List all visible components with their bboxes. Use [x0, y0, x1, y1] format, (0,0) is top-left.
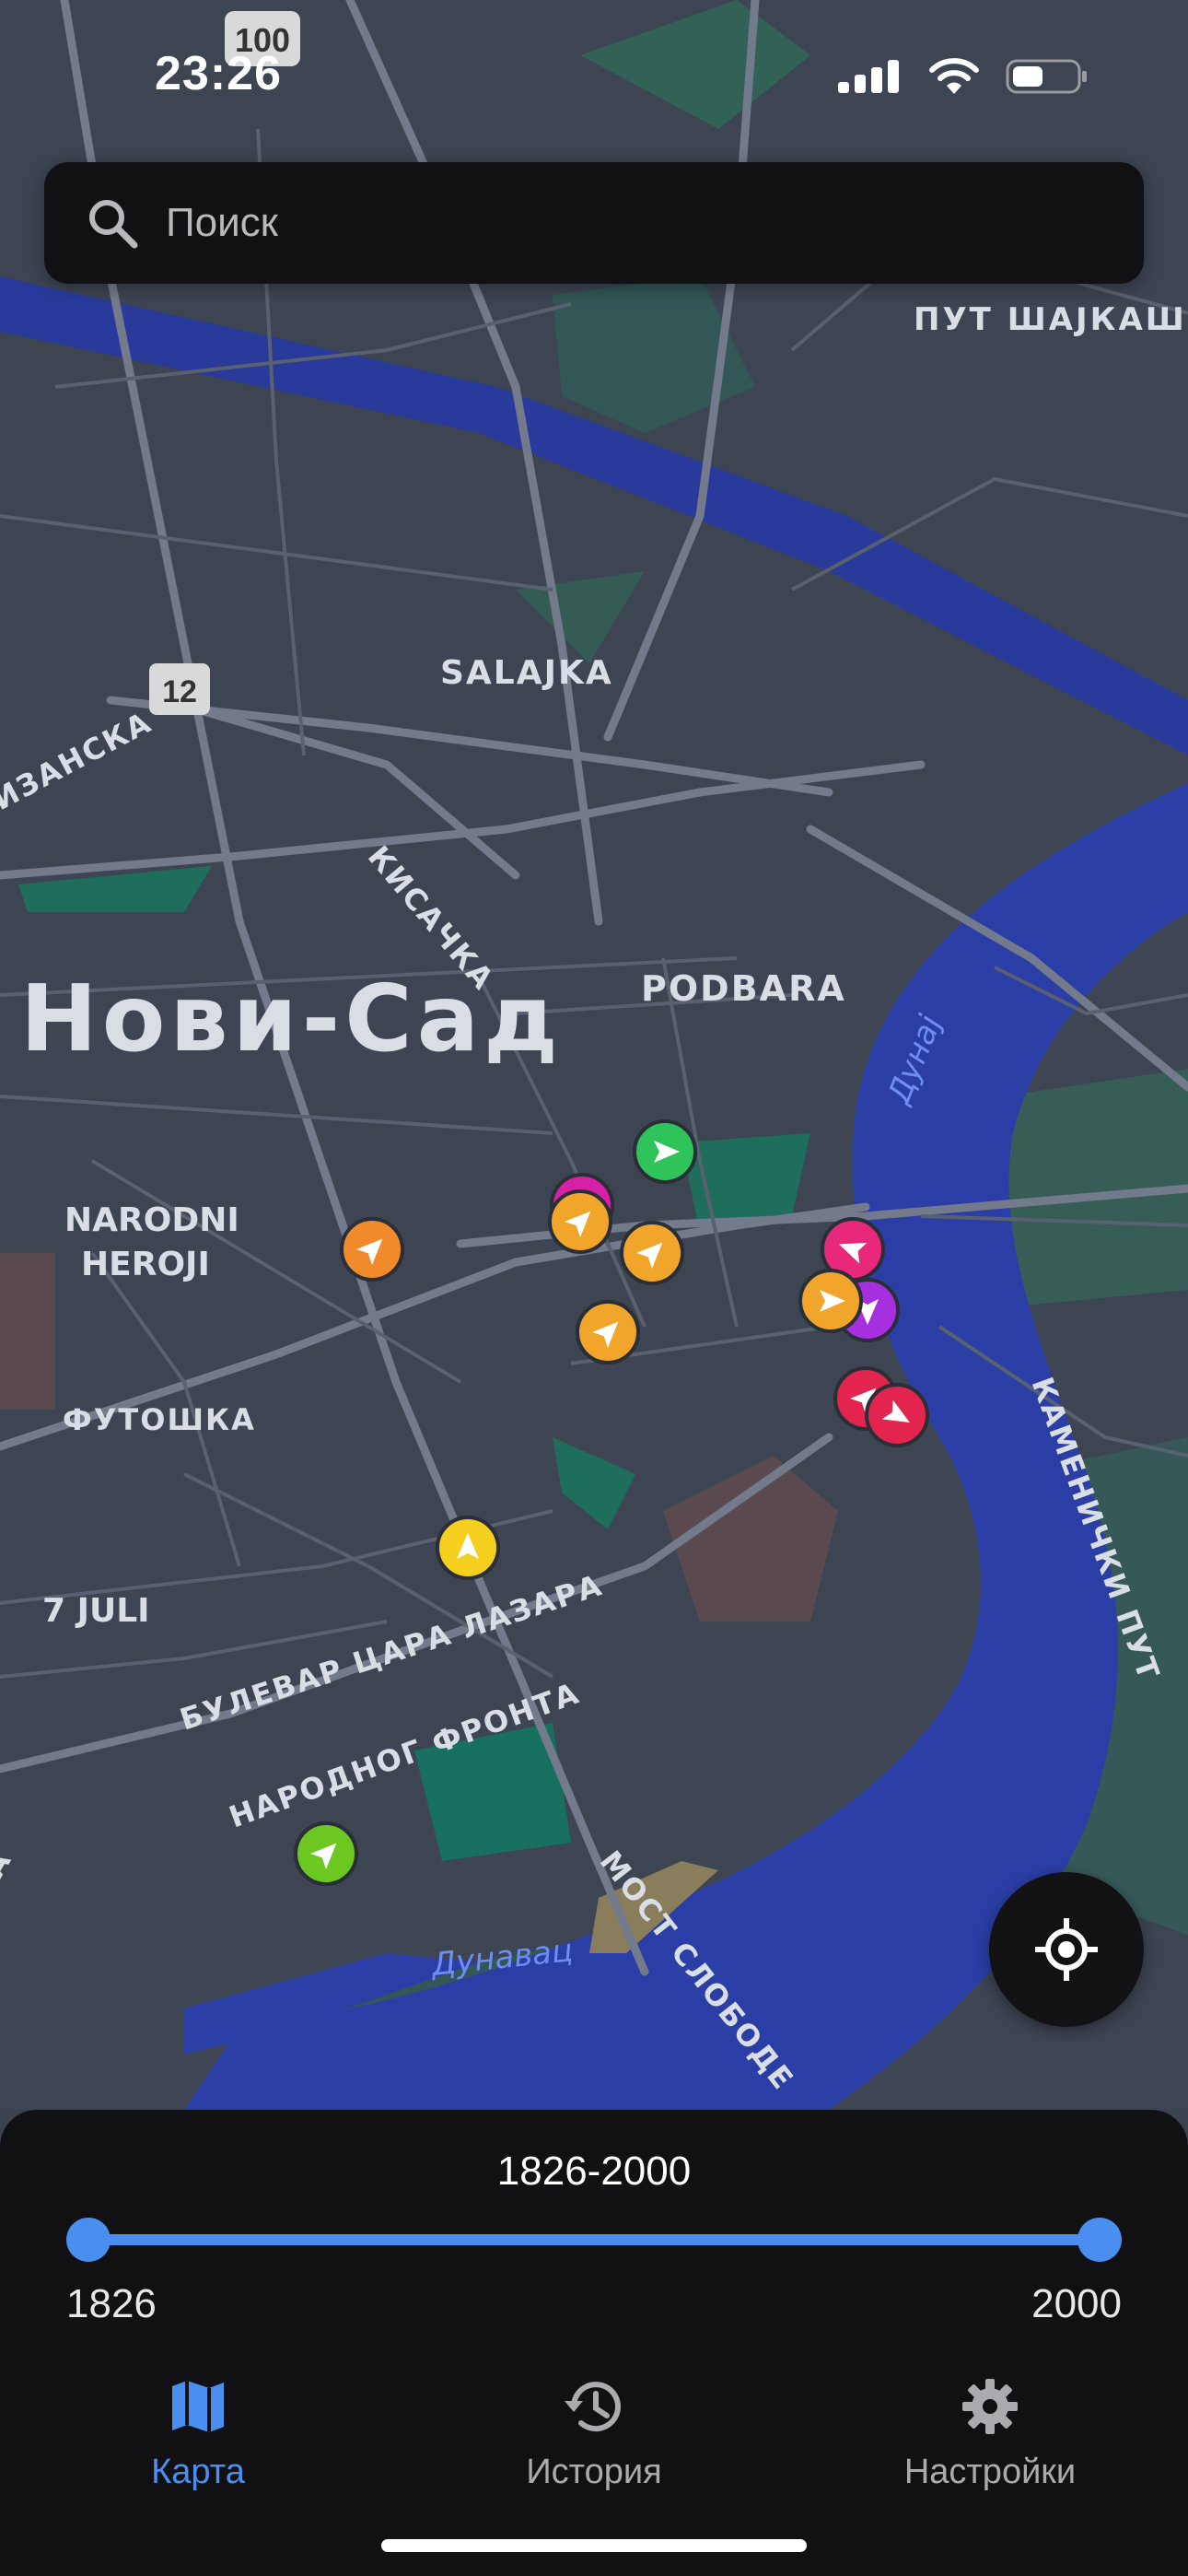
map-label-podbara: PODBARA [641, 968, 846, 1009]
gear-icon [962, 2379, 1018, 2434]
map-label-heroji: HEROJI [81, 1246, 210, 1283]
tab-bar: Карта История Настройки [0, 2368, 1188, 2524]
map-label-futoska: ФУТОШКА [63, 1402, 256, 1437]
map-icon [172, 2381, 224, 2432]
battery-icon [1006, 59, 1087, 94]
range-slider-track[interactable] [88, 2234, 1100, 2245]
map-marker[interactable] [576, 1300, 640, 1364]
map-marker[interactable] [633, 1119, 697, 1184]
tab-history[interactable]: История [396, 2368, 792, 2524]
status-time: 23:26 [155, 47, 282, 100]
tab-history-label: История [526, 2453, 662, 2491]
map-marker[interactable] [620, 1221, 684, 1285]
map-marker[interactable] [340, 1217, 404, 1282]
map-label-put-sajkaski: ПУТ ШАЈКАШКО [914, 301, 1188, 338]
my-location-button[interactable] [989, 1872, 1144, 2027]
map-marker[interactable] [294, 1821, 358, 1886]
map-label-salajka: SALAJKA [440, 654, 613, 692]
range-min-label: 1826 [66, 2281, 157, 2326]
crosshair-icon [1035, 1918, 1098, 1981]
search-bar[interactable]: Поиск [44, 162, 1144, 284]
tab-settings[interactable]: Настройки [792, 2368, 1188, 2524]
tab-map[interactable]: Карта [0, 2368, 396, 2524]
search-icon [89, 200, 138, 249]
tab-map-label: Карта [151, 2453, 245, 2491]
map-marker[interactable] [798, 1269, 863, 1333]
route-12-label: 12 [162, 674, 197, 709]
range-slider-start-handle[interactable] [66, 2218, 111, 2262]
city-label: Нови-Сад [20, 965, 563, 1072]
range-max-label: 2000 [1031, 2281, 1122, 2326]
bottom-sheet: 1826-2000 1826 2000 Карта История Настро… [0, 2110, 1188, 2576]
range-title: 1826-2000 [496, 2149, 692, 2194]
tab-settings-label: Настройки [903, 2453, 1077, 2491]
history-icon [565, 2382, 621, 2432]
wifi-icon [929, 58, 979, 94]
map-marker[interactable] [865, 1383, 929, 1447]
map-canvas[interactable]: ПУТ ШАЈКАШКО SALAJKA 12 ИЗАНСКА КИСАЧКА … [0, 0, 1188, 2110]
search-input[interactable]: Поиск [166, 200, 278, 246]
home-indicator [381, 2539, 807, 2552]
cellular-signal-icon [838, 60, 899, 93]
range-slider-end-handle[interactable] [1077, 2218, 1122, 2262]
status-icons [836, 57, 1089, 96]
map-marker[interactable] [548, 1189, 612, 1254]
map-label-narodni: NARODNI [64, 1201, 239, 1239]
map-label-7-juli: 7 JULI [42, 1592, 150, 1630]
map-marker[interactable] [436, 1516, 500, 1580]
map-view[interactable]: ПУТ ШАЈКАШКО SALAJKA 12 ИЗАНСКА КИСАЧКА … [0, 0, 1188, 2110]
